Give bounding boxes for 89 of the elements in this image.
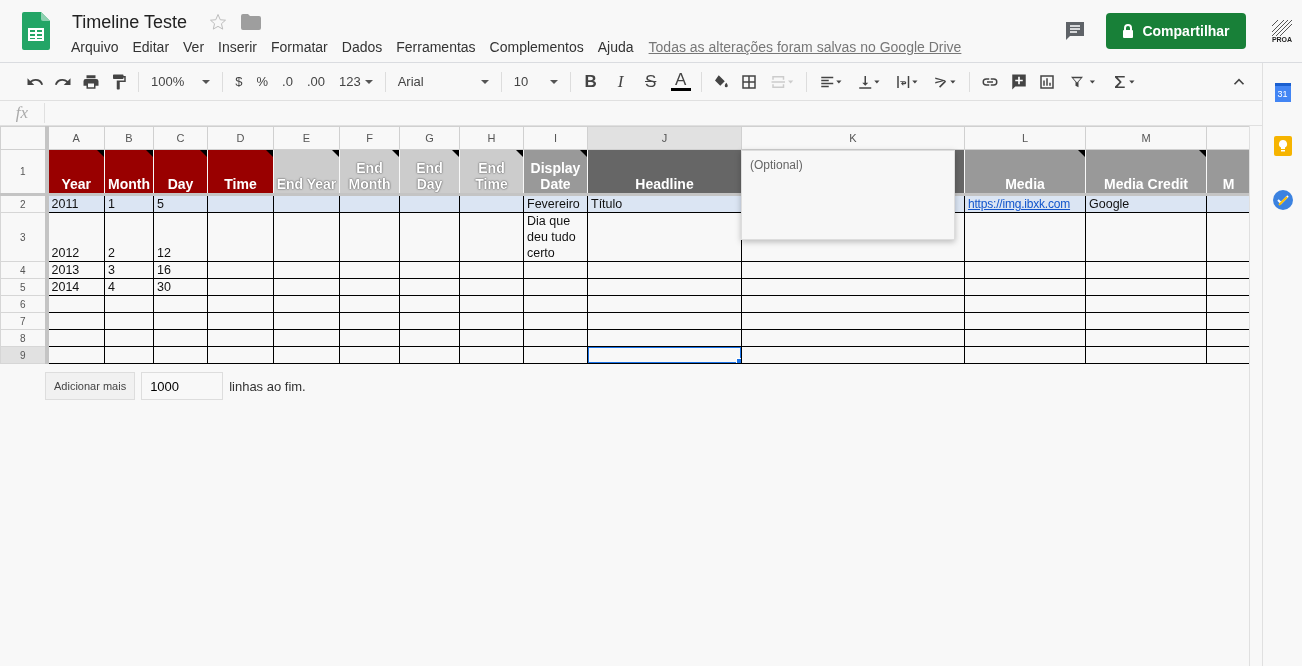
cell-text: 12 [157,246,171,260]
print-icon[interactable] [82,72,100,91]
menu-item[interactable]: Ferramentas [389,37,483,57]
note-popover[interactable]: (Optional) [741,150,955,240]
header-cell: Headline [587,149,742,195]
header-cell: Media Credit [1085,149,1207,195]
save-status-link[interactable]: Todas as alterações foram salvas no Google Drive [648,39,962,55]
menu-item[interactable]: Dados [334,37,390,57]
chart-icon[interactable] [1037,72,1056,91]
insert-comment-icon[interactable] [1009,72,1028,91]
increase-decimals-button[interactable]: .00 [304,74,327,89]
row-number[interactable]: 4 [19,264,26,276]
column-header[interactable]: A [72,132,80,144]
cell-text: 2012 [51,246,80,260]
cell-text: Fevereiro [527,197,580,211]
header-cell: End Year [273,149,340,195]
cell-text: 3 [108,263,115,277]
header-cell: End Day [399,149,460,195]
add-more-button[interactable]: Adicionar mais [45,372,136,400]
column-header[interactable]: I [553,132,558,144]
cell-text: 2 [108,246,115,260]
row-number[interactable]: 7 [19,315,26,327]
menu-item[interactable]: Formatar [263,37,335,57]
cell-text: 4 [108,280,115,294]
rows-count-field[interactable]: 1000 [141,372,224,400]
cell-text: 30 [157,280,171,294]
comment-icon[interactable] [1064,20,1086,42]
lock-icon [1122,24,1135,38]
bold-button[interactable]: B [580,71,601,92]
cell-text: Título [591,197,623,211]
header-cell: M [1206,149,1249,195]
column-header[interactable]: E [302,132,311,144]
row-number[interactable]: 1 [19,166,26,177]
cell-text: Dia que deu tudo certo [527,214,576,260]
row-number[interactable]: 2 [19,198,26,210]
font-dropdown[interactable]: Arial [395,74,491,89]
menu-item[interactable]: Inserir [211,37,264,57]
header-cell: Media [964,149,1086,195]
cell-text: 2013 [51,263,80,277]
add-rows-label: linhas ao fim. [229,378,306,394]
column-header[interactable]: H [487,132,496,144]
selected-cell[interactable] [588,347,741,363]
header-cell: Month [104,149,154,195]
column-header[interactable]: M [1141,132,1151,144]
calendar-button[interactable]: 31 [1274,83,1291,102]
strikethrough-button[interactable]: S [640,71,661,92]
row-number[interactable]: 3 [19,231,26,243]
cell-text: 2014 [51,280,80,294]
row-number[interactable]: 6 [19,298,26,310]
header-cell: Day [153,149,208,195]
share-button[interactable]: Compartilhar [1106,13,1246,49]
tasks-icon[interactable] [1272,190,1293,210]
cell-text: 16 [157,263,171,277]
row-number[interactable]: 8 [19,332,26,344]
decrease-decimals-button[interactable]: .0 [280,74,295,89]
borders-icon[interactable] [739,72,758,91]
formula-label: fx [0,103,45,123]
column-header[interactable]: K [849,132,857,144]
menu-item[interactable]: Ajuda [590,37,641,57]
menu-item[interactable]: Arquivo [64,37,126,57]
column-header[interactable]: G [425,132,434,144]
font-size-dropdown[interactable]: 10 [511,74,560,89]
paint-format-icon[interactable] [110,72,128,91]
menu-item[interactable]: Ver [176,37,212,57]
sheets-logo-icon[interactable] [22,12,50,50]
column-header[interactable]: C [176,132,185,144]
zoom-dropdown[interactable]: 100% [149,74,213,89]
header-cell: Display Date [523,149,588,195]
italic-button[interactable]: I [610,71,631,92]
document-title[interactable]: Timeline Teste [72,11,188,33]
menu-item[interactable]: Complementos [482,37,591,57]
column-header[interactable]: J [661,132,668,144]
cell-text: Google [1089,197,1130,211]
column-header[interactable]: F [366,132,373,144]
menu-item[interactable]: Editar [125,37,177,57]
header-cell: Time [207,149,274,195]
column-header[interactable]: B [125,132,133,144]
number-format-dropdown[interactable]: 123 [336,74,375,89]
cell-text: 1 [108,197,115,211]
cell-text: 2011 [51,197,79,211]
column-header[interactable]: L [1021,132,1029,144]
column-header[interactable]: D [236,132,245,144]
cell-text: 5 [157,197,164,211]
row-number[interactable]: 9 [19,349,26,361]
text-color-button[interactable]: A [670,72,691,91]
row-number[interactable]: 5 [19,281,26,293]
star-icon[interactable] [209,13,228,31]
percent-button[interactable]: % [254,74,271,89]
currency-button[interactable]: $ [233,74,245,89]
